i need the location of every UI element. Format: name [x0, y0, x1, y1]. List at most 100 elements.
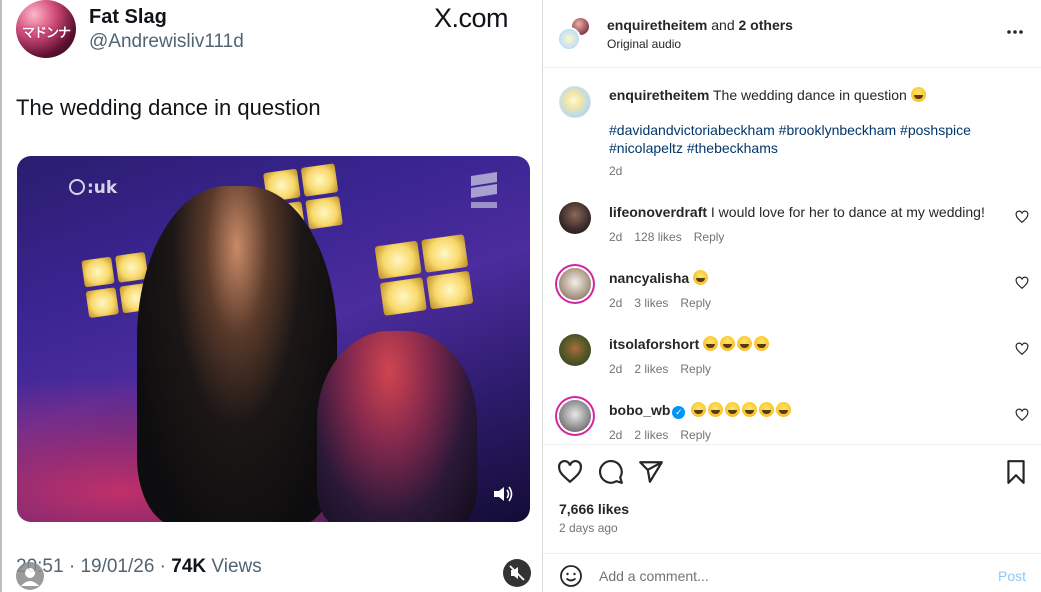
- comment-body: I would love for her to dance at my wedd…: [707, 204, 985, 220]
- others-link[interactable]: 2 others: [739, 17, 793, 33]
- comment-meta: 2d 2 likes Reply: [609, 362, 723, 376]
- laughing-emoji-icon: [708, 402, 724, 417]
- commenter-avatar[interactable]: [559, 334, 591, 366]
- mute-icon[interactable]: [503, 559, 531, 587]
- comment-username[interactable]: nancyalisha: [609, 270, 689, 286]
- post-caption: enquiretheitem The wedding dance in ques…: [609, 86, 1029, 104]
- comment-likes[interactable]: 128 likes: [634, 230, 681, 244]
- reply-button[interactable]: Reply: [680, 362, 711, 376]
- comment-meta: 2d 3 likes Reply: [609, 296, 723, 310]
- comment-username[interactable]: itsolaforshort: [609, 336, 699, 352]
- laughing-emoji-icon: [737, 336, 753, 351]
- add-comment-input[interactable]: [599, 564, 979, 588]
- video-performer: [137, 186, 337, 522]
- caption-time: 2d: [609, 164, 623, 178]
- tweet-views-count: 74K: [171, 556, 207, 577]
- comment-time: 2d: [609, 296, 623, 310]
- tweet-video[interactable]: :uk: [17, 156, 530, 522]
- likes-count[interactable]: 7,666 likes: [559, 501, 629, 517]
- reply-button[interactable]: Reply: [680, 428, 711, 442]
- video-performer: [317, 331, 477, 522]
- commenter-avatar[interactable]: [559, 202, 591, 234]
- channel-number-logo: [471, 172, 497, 208]
- emoji-icon[interactable]: [559, 564, 583, 588]
- laughing-emoji-icon: [910, 87, 926, 102]
- laughing-emoji-icon: [776, 402, 792, 417]
- x-logo: X.com: [434, 3, 509, 33]
- meta-separator: ·: [63, 556, 81, 577]
- laughing-emoji-icon: [703, 336, 719, 351]
- heart-icon[interactable]: [1015, 276, 1029, 290]
- comment-time: 2d: [609, 428, 623, 442]
- caption-text: The wedding dance in question: [709, 87, 907, 103]
- post-button[interactable]: Post: [998, 568, 1026, 584]
- author-username[interactable]: enquiretheitem: [607, 17, 707, 33]
- tweet-avatar[interactable]: マドンナ: [16, 0, 76, 58]
- laughing-emoji-icon: [720, 336, 736, 351]
- stage-light: [374, 234, 474, 316]
- caption-avatar[interactable]: [559, 86, 591, 118]
- comment-item: lifeonoverdraft I would love for her to …: [543, 196, 1041, 262]
- comment-item: bobo_wb ✓ 2d 2 likes Reply: [543, 394, 1041, 444]
- laughing-emoji-icon: [693, 270, 709, 285]
- comment-time: 2d: [609, 230, 623, 244]
- tweet-date: 19/01/26: [80, 556, 155, 577]
- instagram-panel: enquiretheitem and 2 others Original aud…: [542, 0, 1041, 592]
- tweet-text: The wedding dance in question: [16, 95, 321, 120]
- comment-likes[interactable]: 3 likes: [634, 296, 668, 310]
- reply-button[interactable]: Reply: [694, 230, 725, 244]
- tweet-display-name[interactable]: Fat Slag: [89, 6, 167, 29]
- tweet-views-label: Views: [206, 556, 262, 577]
- comments-list[interactable]: lifeonoverdraft I would love for her to …: [543, 196, 1041, 444]
- post-authors: enquiretheitem and 2 others: [607, 17, 793, 33]
- comment-time: 2d: [609, 362, 623, 376]
- tweet-meta: 20:51 · 19/01/26 · 74K Views: [16, 556, 262, 578]
- heart-icon[interactable]: [1015, 342, 1029, 356]
- laughing-emoji-icon: [725, 402, 741, 417]
- caption-username[interactable]: enquiretheitem: [609, 87, 709, 103]
- comment-likes[interactable]: 2 likes: [634, 428, 668, 442]
- laughing-emoji-icon: [759, 402, 775, 417]
- heart-icon[interactable]: [1015, 210, 1029, 224]
- share-icon[interactable]: [638, 459, 664, 485]
- post-age: 2 days ago: [559, 521, 618, 535]
- comment-item: nancyalisha 2d 3 likes Reply: [543, 262, 1041, 328]
- comment-likes[interactable]: 2 likes: [634, 362, 668, 376]
- comment-meta: 2d 128 likes Reply: [609, 230, 736, 244]
- reply-button[interactable]: Reply: [680, 296, 711, 310]
- channel-logo: :uk: [69, 178, 117, 198]
- volume-icon[interactable]: [492, 484, 514, 504]
- post-header: enquiretheitem and 2 others Original aud…: [543, 0, 1041, 68]
- bookmark-icon[interactable]: [1003, 459, 1029, 485]
- meta-separator: ·: [154, 556, 172, 577]
- caption-hashtags[interactable]: #davidandvictoriabeckham #brooklynbeckha…: [609, 121, 1009, 157]
- avatar-text: マドンナ: [22, 26, 71, 41]
- collab-avatars[interactable]: [557, 16, 591, 51]
- comment-text: bobo_wb ✓: [609, 402, 999, 419]
- avatar: [557, 27, 581, 51]
- comment-text: itsolaforshort: [609, 336, 999, 352]
- comment-icon[interactable]: [598, 459, 624, 485]
- comment-text: lifeonoverdraft I would love for her to …: [609, 204, 999, 220]
- heart-icon[interactable]: [1015, 408, 1029, 422]
- audio-link[interactable]: Original audio: [607, 37, 681, 51]
- and-text: and: [707, 17, 739, 33]
- laughing-emoji-icon: [754, 336, 770, 351]
- comment-text: nancyalisha: [609, 270, 999, 286]
- laughing-emoji-icon: [742, 402, 758, 417]
- post-actions: 7,666 likes 2 days ago Post: [543, 444, 1041, 592]
- comment-username[interactable]: bobo_wb: [609, 402, 670, 418]
- verified-badge-icon: ✓: [672, 406, 686, 419]
- laughing-emoji-icon: [691, 402, 707, 417]
- commenter-avatar[interactable]: [559, 400, 591, 432]
- more-icon[interactable]: [1005, 22, 1025, 42]
- comment-item: itsolaforshort 2d 2 likes Reply: [543, 328, 1041, 394]
- commenter-avatar[interactable]: [559, 268, 591, 300]
- comment-username[interactable]: lifeonoverdraft: [609, 204, 707, 220]
- user-icon[interactable]: [16, 562, 44, 590]
- tweet-card: マドンナ Fat Slag @Andrewisliv111d X.com The…: [0, 0, 542, 592]
- add-comment-row: Post: [543, 553, 1041, 592]
- like-heart-icon[interactable]: [557, 459, 583, 485]
- comment-meta: 2d 2 likes Reply: [609, 428, 723, 442]
- tweet-handle[interactable]: @Andrewisliv111d: [89, 31, 244, 53]
